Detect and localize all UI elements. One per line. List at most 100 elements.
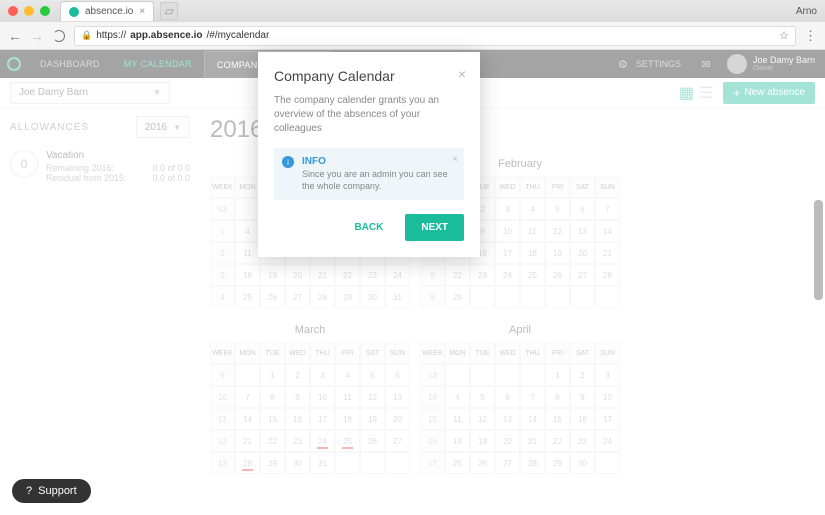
- day-cell[interactable]: 7: [235, 386, 260, 408]
- day-cell[interactable]: 14: [595, 220, 620, 242]
- day-cell[interactable]: 19: [260, 264, 285, 286]
- day-cell[interactable]: 10: [595, 386, 620, 408]
- inbox-icon[interactable]: ✉: [699, 57, 713, 71]
- day-cell[interactable]: 9: [570, 386, 595, 408]
- day-cell[interactable]: [385, 452, 410, 474]
- nav-settings[interactable]: ⚙ SETTINGS: [606, 57, 691, 71]
- address-bar[interactable]: 🔒 https://app.absence.io/#/mycalendar ☆: [74, 26, 796, 46]
- day-cell[interactable]: 11: [520, 220, 545, 242]
- day-cell[interactable]: 16: [570, 408, 595, 430]
- day-cell[interactable]: 12: [545, 220, 570, 242]
- day-cell[interactable]: [470, 364, 495, 386]
- day-cell[interactable]: 6: [570, 198, 595, 220]
- allowances-year-select[interactable]: 2016 ▼: [136, 116, 190, 138]
- day-cell[interactable]: 4: [235, 220, 260, 242]
- browser-profile[interactable]: Arno: [796, 6, 817, 17]
- day-cell[interactable]: 27: [285, 286, 310, 308]
- day-cell[interactable]: 12: [360, 386, 385, 408]
- day-cell[interactable]: 21: [235, 430, 260, 452]
- day-cell[interactable]: 16: [285, 408, 310, 430]
- back-button[interactable]: BACK: [342, 214, 395, 241]
- day-cell[interactable]: 20: [495, 430, 520, 452]
- day-cell[interactable]: 31: [310, 452, 335, 474]
- day-cell[interactable]: 11: [445, 408, 470, 430]
- day-cell[interactable]: 23: [570, 430, 595, 452]
- day-cell[interactable]: 22: [545, 430, 570, 452]
- day-cell[interactable]: 20: [285, 264, 310, 286]
- day-cell[interactable]: 17: [495, 242, 520, 264]
- day-cell[interactable]: 22: [260, 430, 285, 452]
- day-cell[interactable]: [470, 286, 495, 308]
- window-close-icon[interactable]: [8, 6, 18, 16]
- back-icon[interactable]: ←: [8, 29, 22, 43]
- day-cell[interactable]: 24: [595, 430, 620, 452]
- info-close-icon[interactable]: ×: [452, 154, 458, 165]
- day-cell[interactable]: 15: [545, 408, 570, 430]
- day-cell[interactable]: 17: [310, 408, 335, 430]
- day-cell[interactable]: 25: [235, 286, 260, 308]
- day-cell[interactable]: 4: [335, 364, 360, 386]
- day-cell[interactable]: 20: [570, 242, 595, 264]
- day-cell[interactable]: 19: [360, 408, 385, 430]
- day-cell[interactable]: 26: [545, 264, 570, 286]
- day-cell[interactable]: 15: [260, 408, 285, 430]
- day-cell[interactable]: 18: [445, 430, 470, 452]
- day-cell[interactable]: 27: [570, 264, 595, 286]
- day-cell[interactable]: [335, 452, 360, 474]
- day-cell[interactable]: 29: [445, 286, 470, 308]
- close-icon[interactable]: ×: [458, 66, 466, 82]
- app-logo-icon[interactable]: [0, 57, 28, 71]
- day-cell[interactable]: 28: [520, 452, 545, 474]
- day-cell[interactable]: [495, 364, 520, 386]
- window-min-icon[interactable]: [24, 6, 34, 16]
- day-cell[interactable]: 22: [335, 264, 360, 286]
- day-cell[interactable]: 30: [570, 452, 595, 474]
- browser-tab[interactable]: absence.io ×: [60, 1, 154, 21]
- day-cell[interactable]: 28: [235, 452, 260, 474]
- day-cell[interactable]: 26: [260, 286, 285, 308]
- day-cell[interactable]: [235, 198, 260, 220]
- day-cell[interactable]: 14: [520, 408, 545, 430]
- day-cell[interactable]: 13: [570, 220, 595, 242]
- day-cell[interactable]: 21: [520, 430, 545, 452]
- day-cell[interactable]: 2: [285, 364, 310, 386]
- day-cell[interactable]: 18: [520, 242, 545, 264]
- day-cell[interactable]: 5: [470, 386, 495, 408]
- day-cell[interactable]: 10: [310, 386, 335, 408]
- day-cell[interactable]: 3: [495, 198, 520, 220]
- day-cell[interactable]: 1: [545, 364, 570, 386]
- day-cell[interactable]: 13: [385, 386, 410, 408]
- day-cell[interactable]: 21: [310, 264, 335, 286]
- view-list-icon[interactable]: ☰: [697, 84, 715, 102]
- day-cell[interactable]: 7: [520, 386, 545, 408]
- browser-menu-icon[interactable]: ⋮: [804, 28, 817, 44]
- day-cell[interactable]: [520, 286, 545, 308]
- day-cell[interactable]: [495, 286, 520, 308]
- day-cell[interactable]: 23: [360, 264, 385, 286]
- support-button[interactable]: ? Support: [12, 479, 91, 503]
- day-cell[interactable]: [235, 364, 260, 386]
- day-cell[interactable]: 23: [285, 430, 310, 452]
- day-cell[interactable]: 13: [495, 408, 520, 430]
- forward-icon[interactable]: →: [30, 29, 44, 43]
- day-cell[interactable]: 31: [385, 286, 410, 308]
- day-cell[interactable]: 25: [335, 430, 360, 452]
- day-cell[interactable]: 2: [570, 364, 595, 386]
- day-cell[interactable]: [570, 286, 595, 308]
- day-cell[interactable]: 24: [310, 430, 335, 452]
- day-cell[interactable]: 17: [595, 408, 620, 430]
- day-cell[interactable]: 29: [545, 452, 570, 474]
- day-cell[interactable]: 29: [260, 452, 285, 474]
- day-cell[interactable]: [545, 286, 570, 308]
- day-cell[interactable]: 26: [360, 430, 385, 452]
- new-tab-button[interactable]: ▱: [160, 2, 178, 20]
- new-absence-button[interactable]: + New absence: [723, 82, 815, 104]
- day-cell[interactable]: 26: [470, 452, 495, 474]
- day-cell[interactable]: 27: [495, 452, 520, 474]
- day-cell[interactable]: 30: [360, 286, 385, 308]
- day-cell[interactable]: 23: [470, 264, 495, 286]
- day-cell[interactable]: 21: [595, 242, 620, 264]
- reload-icon[interactable]: [52, 29, 66, 43]
- day-cell[interactable]: [595, 452, 620, 474]
- day-cell[interactable]: 18: [235, 264, 260, 286]
